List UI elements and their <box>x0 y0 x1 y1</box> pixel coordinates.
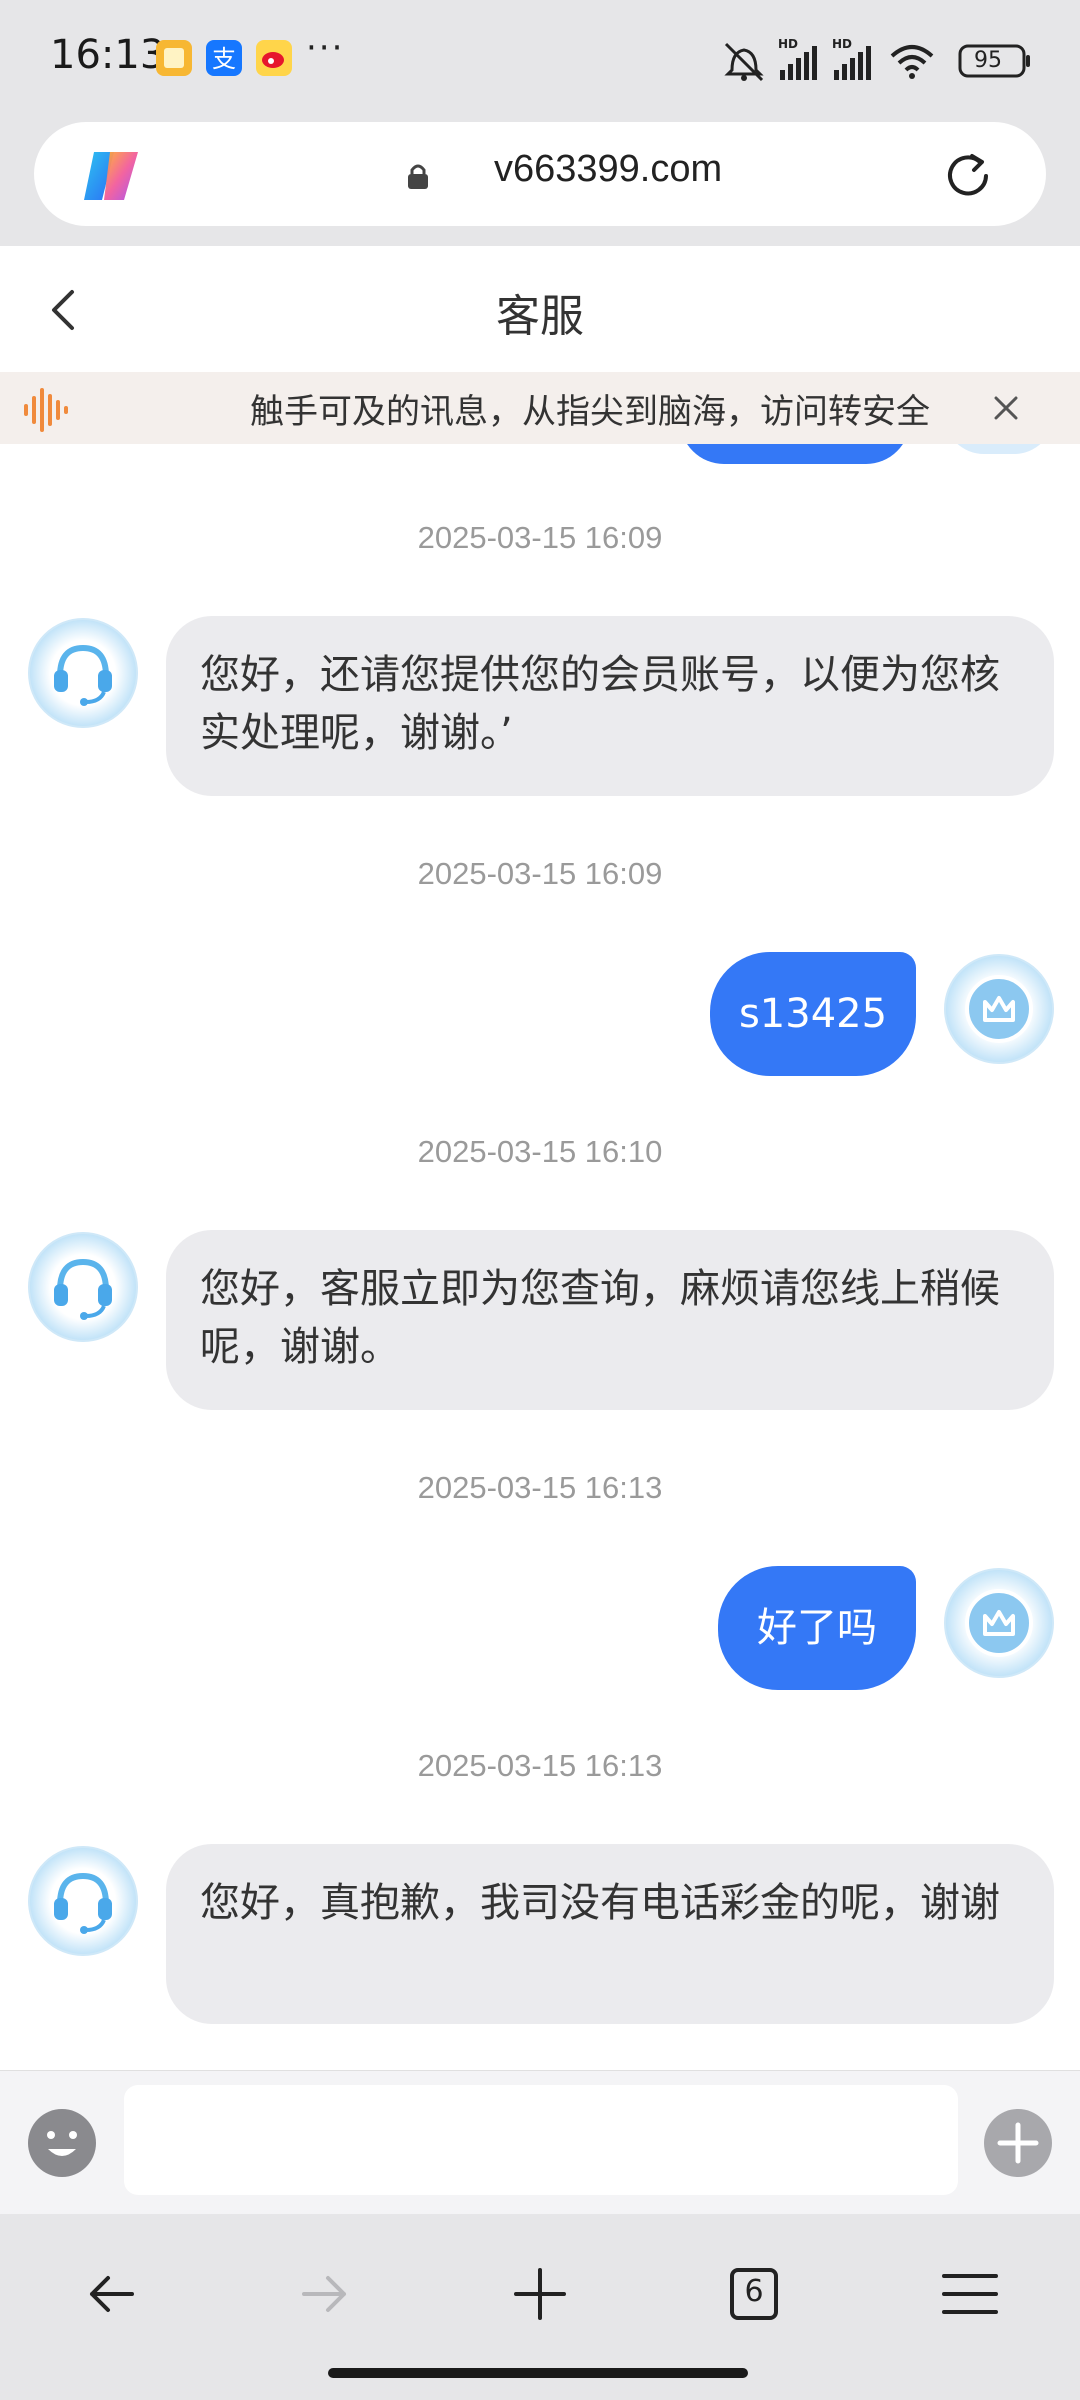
home-indicator[interactable] <box>328 2368 748 2378</box>
battery-level: 95 <box>974 48 1002 73</box>
previous-user-avatar <box>944 444 1054 454</box>
menu-icon[interactable] <box>940 2264 1000 2328</box>
back-icon[interactable] <box>82 2264 142 2328</box>
message-timestamp: 2025-03-15 16:10 <box>417 1134 663 1169</box>
agent-message: 您好，还请您提供您的会员账号，以便为您核实处理呢，谢谢。’ <box>166 616 1054 796</box>
previous-message-bubble <box>680 444 910 464</box>
agent-message: 您好，客服立即为您查询，麻烦请您线上稍候呢，谢谢。 <box>166 1230 1054 1410</box>
agent-avatar <box>28 1232 138 1342</box>
emoji-icon[interactable] <box>26 2107 98 2183</box>
status-time: 16:13 <box>50 32 166 78</box>
close-icon[interactable] <box>988 390 1024 430</box>
add-attachment-icon[interactable] <box>982 2107 1054 2183</box>
system-status-icons: HD HD 95 <box>722 32 1052 88</box>
page-header: 客服 <box>0 246 1080 372</box>
message-input-bar <box>0 2070 1080 2215</box>
svg-text:HD: HD <box>778 37 798 51</box>
tab-count: 6 <box>744 2274 764 2309</box>
announcement-bar: 触手可及的讯息，从指尖到脑海，访问转安全 <box>0 372 1080 444</box>
forward-icon[interactable] <box>294 2264 354 2328</box>
agent-avatar <box>28 1846 138 1956</box>
svg-text:HD: HD <box>832 37 852 51</box>
browser-nav-bar: 6 <box>0 2214 1080 2400</box>
silent-bell-icon <box>724 42 764 82</box>
message-timestamp: 2025-03-15 16:13 <box>417 1470 663 1505</box>
copilot-icon[interactable] <box>80 146 144 210</box>
weibo-icon <box>256 40 292 76</box>
signal-icon-2: HD <box>832 37 871 80</box>
lock-icon <box>406 162 430 194</box>
address-bar[interactable]: v663399.com <box>34 122 1046 226</box>
tabs-icon[interactable]: 6 <box>724 2264 784 2328</box>
message-timestamp: 2025-03-15 16:09 <box>417 856 663 891</box>
agent-avatar <box>28 618 138 728</box>
notes-app-icon <box>156 40 192 76</box>
user-avatar <box>944 1568 1054 1678</box>
user-message: s13425 <box>710 952 916 1076</box>
message-timestamp: 2025-03-15 16:13 <box>417 1748 663 1783</box>
user-avatar <box>944 954 1054 1064</box>
chat-messages[interactable]: 2025-03-15 16:09 您好，还请您提供您的会员账号，以便为您核实处理… <box>0 444 1080 2070</box>
announcement-text: 触手可及的讯息，从指尖到脑海，访问转安全 <box>250 392 930 432</box>
agent-message: 您好，真抱歉，我司没有电话彩金的呢，谢谢 <box>166 1844 1054 2024</box>
status-bar: 16:13 支 ··· HD HD 95 <box>0 0 1080 118</box>
more-notifications-icon: ··· <box>306 28 345 68</box>
message-timestamp: 2025-03-15 16:09 <box>417 520 663 555</box>
alipay-icon: 支 <box>206 40 242 76</box>
voice-wave-icon <box>22 386 74 438</box>
browser-toolbar: v663399.com <box>0 118 1080 246</box>
url-text[interactable]: v663399.com <box>494 148 722 191</box>
wifi-icon <box>890 45 934 79</box>
new-tab-icon[interactable] <box>510 2264 570 2328</box>
message-input[interactable] <box>124 2085 958 2195</box>
reload-icon[interactable] <box>942 150 994 206</box>
signal-icon-1: HD <box>778 37 817 80</box>
user-message: 好了吗 <box>718 1566 916 1690</box>
svg-text:支: 支 <box>212 45 236 73</box>
page-title: 客服 <box>496 291 584 342</box>
